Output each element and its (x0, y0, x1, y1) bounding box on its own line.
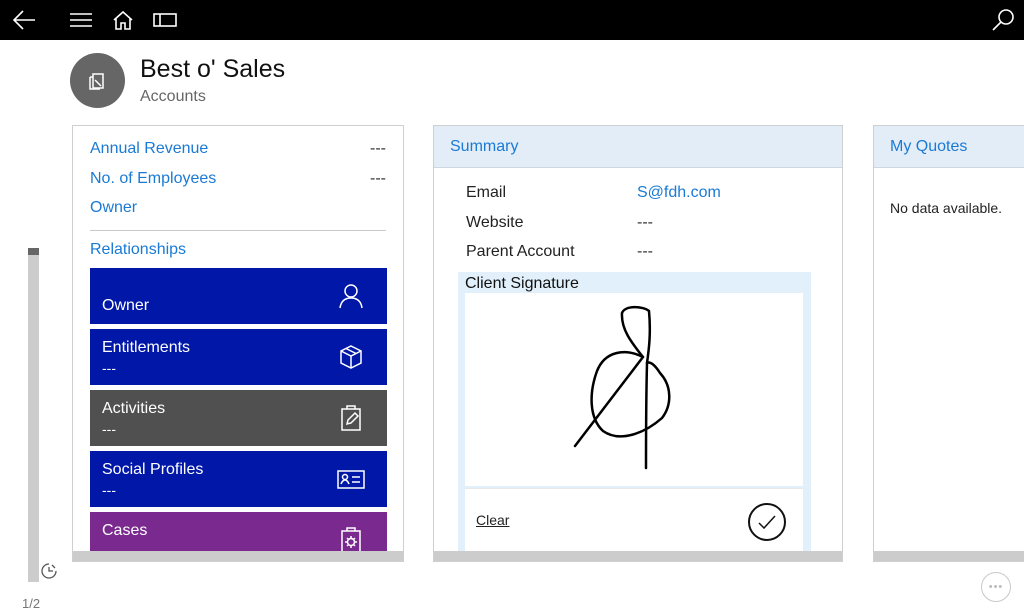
quotes-card-title: My Quotes (874, 126, 1024, 168)
tile-social-profiles[interactable]: Social Profiles --- (90, 451, 387, 507)
field-value: --- (370, 140, 386, 157)
field-owner: Owner (90, 199, 386, 217)
parent-account-value: --- (637, 243, 653, 260)
tile-owner[interactable]: Owner (90, 268, 387, 324)
card-scrollbar[interactable] (434, 551, 842, 561)
hamburger-menu-icon (70, 13, 92, 27)
clear-signature-link[interactable]: Clear (476, 512, 509, 528)
tile-activities[interactable]: Activities --- (90, 390, 387, 446)
summary-card-title: Summary (434, 126, 842, 168)
tile-value: --- (102, 421, 116, 437)
person-icon (339, 284, 363, 309)
clipboard-gear-icon (341, 527, 361, 553)
relationships-heading: Relationships (90, 241, 187, 258)
website-value: --- (637, 214, 653, 231)
tile-label: Cases (102, 522, 148, 539)
summary-label-parent-account: Parent Account (466, 243, 575, 260)
details-card: Annual Revenue --- No. of Employees --- … (72, 125, 404, 562)
ellipsis-icon: ••• (988, 581, 1004, 593)
quotes-card: My Quotes No data available. (873, 125, 1024, 562)
search-icon (992, 9, 1014, 31)
signature-drawing (573, 305, 671, 470)
package-icon (340, 345, 362, 369)
avatar (70, 53, 125, 108)
menu-button[interactable] (67, 0, 95, 40)
card-scrollbar[interactable] (73, 551, 403, 561)
tile-label: Activities (102, 400, 166, 417)
back-button[interactable] (8, 0, 40, 40)
tile-entitlements[interactable]: Entitlements --- (90, 329, 387, 385)
summary-label-email: Email (466, 184, 507, 201)
back-arrow-icon (12, 10, 35, 30)
scrollbar-thumb[interactable] (28, 248, 39, 255)
field-label[interactable]: Owner (90, 199, 137, 217)
field-annual-revenue: Annual Revenue --- (90, 140, 386, 158)
search-button[interactable] (988, 0, 1018, 40)
checkmark-icon (758, 515, 776, 530)
field-label[interactable]: No. of Employees (90, 170, 216, 188)
divider (90, 230, 386, 231)
field-value: --- (370, 170, 386, 187)
timer-icon[interactable] (40, 562, 58, 580)
email-link[interactable]: S@fdh.com (637, 184, 721, 202)
tile-label: Social Profiles (102, 461, 204, 478)
clipboard-edit-icon (341, 405, 361, 431)
signature-control: Client Signature Clear (458, 272, 811, 561)
more-options-button[interactable]: ••• (981, 572, 1011, 602)
page-indicator: 1/2 (22, 596, 41, 611)
page-title: Best o' Sales (140, 55, 286, 83)
panel-toggle-button[interactable] (152, 0, 178, 40)
tile-value: --- (102, 482, 116, 498)
field-no-of-employees: No. of Employees --- (90, 170, 386, 188)
signature-label: Client Signature (465, 275, 579, 292)
contact-card-icon (337, 470, 365, 489)
confirm-signature-button[interactable] (748, 503, 786, 541)
account-icon (88, 72, 104, 90)
tile-label: Entitlements (102, 339, 191, 356)
signature-pad[interactable] (465, 293, 803, 486)
home-icon (113, 10, 133, 30)
tile-value: --- (102, 360, 116, 376)
summary-card: Summary Email S@fdh.com Website --- Pare… (433, 125, 843, 562)
tile-label: Owner (102, 297, 150, 314)
entity-type-label: Accounts (140, 88, 206, 105)
panel-icon (153, 13, 177, 27)
card-scrollbar[interactable] (874, 551, 1024, 561)
top-nav-bar (0, 0, 1024, 40)
summary-label-website: Website (466, 214, 524, 231)
field-label[interactable]: Annual Revenue (90, 140, 208, 158)
empty-state-text: No data available. (890, 200, 1003, 216)
home-button[interactable] (110, 0, 136, 40)
page-scrollbar[interactable] (28, 248, 39, 582)
